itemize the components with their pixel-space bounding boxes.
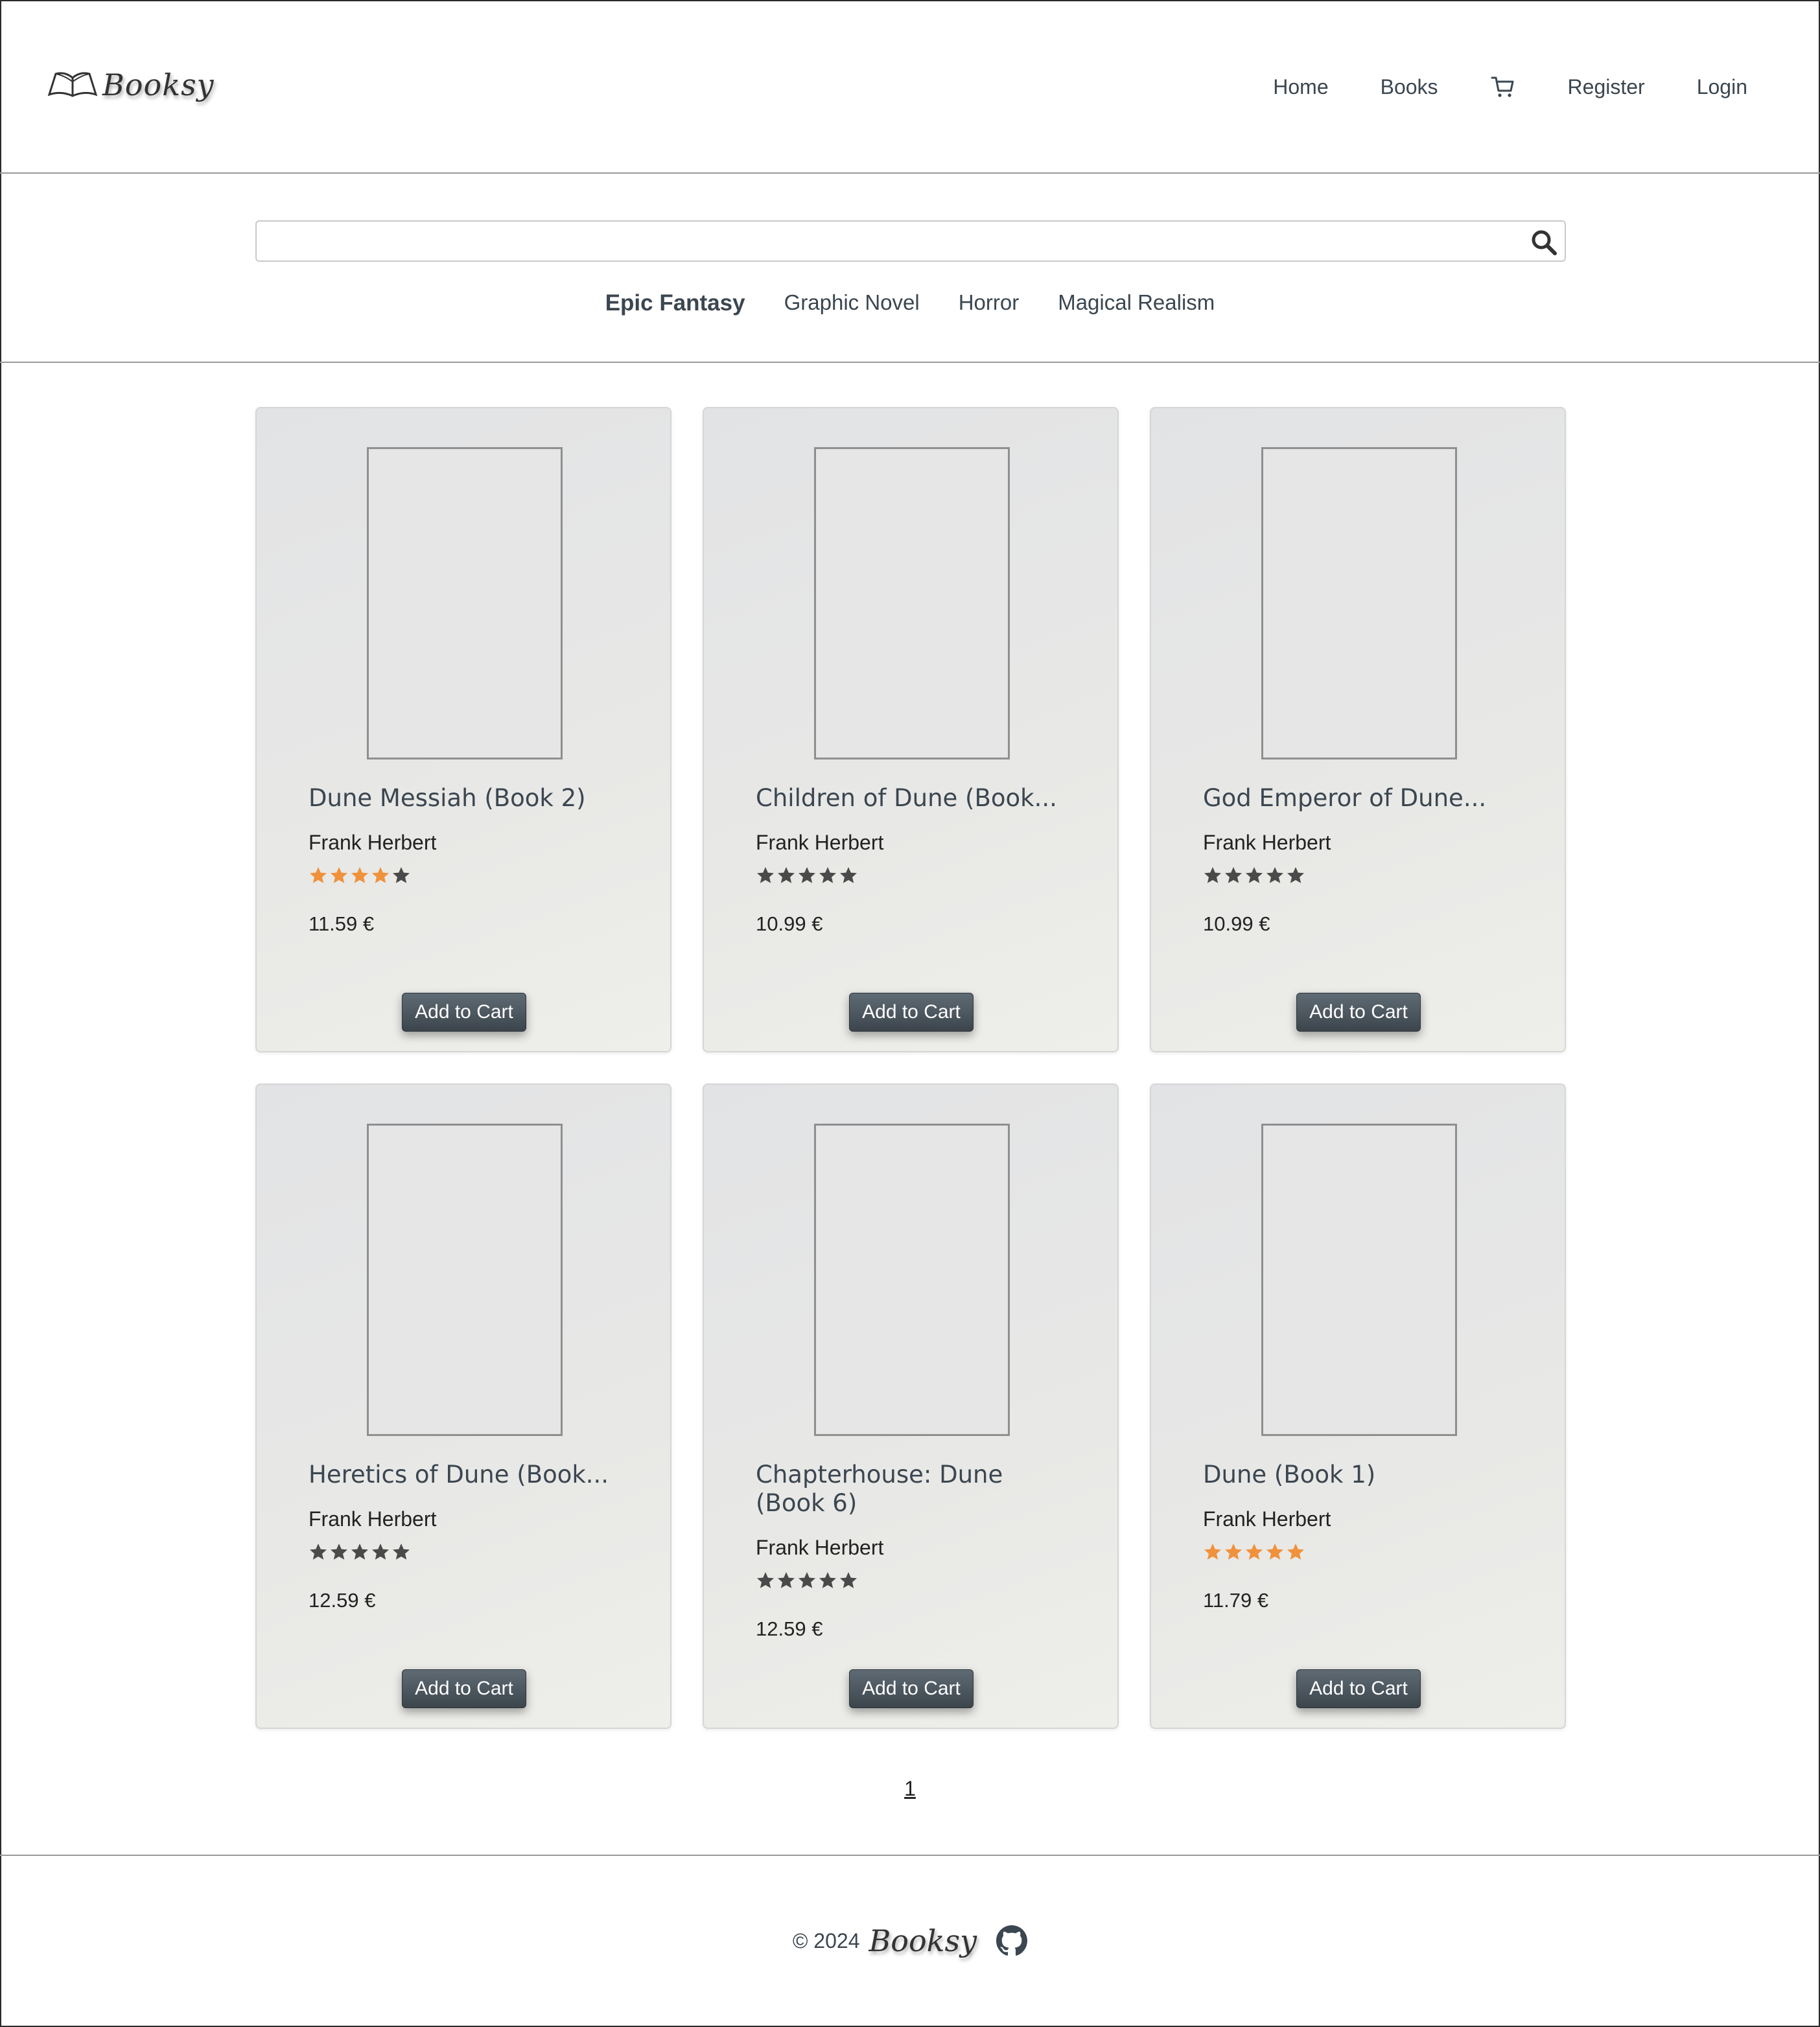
book-grid: Dune Messiah (Book 2) Frank Herbert 11.5… [255, 407, 1566, 1729]
star-icon [1204, 1544, 1221, 1560]
brand-logo[interactable]: Booksy [47, 62, 215, 108]
rating-stars [309, 1542, 620, 1564]
book-price: 11.59 € [309, 912, 375, 935]
star-icon [1266, 867, 1283, 883]
copyright-text: © 2024 [792, 1929, 860, 1952]
rating-stars [309, 866, 620, 888]
search-box [255, 220, 1566, 262]
star-icon [1204, 867, 1221, 883]
book-title[interactable]: God Emperor of Dune... [1203, 784, 1514, 813]
book-card[interactable]: Dune Messiah (Book 2) Frank Herbert 11.5… [255, 407, 671, 1052]
genre-filter: Epic Fantasy Graphic Novel Horror Magica… [0, 290, 1820, 316]
star-icon [310, 867, 327, 883]
star-icon [1225, 1544, 1242, 1560]
book-author: Frank Herbert [309, 831, 437, 854]
book-author: Frank Herbert [1203, 831, 1331, 854]
add-to-cart-button[interactable]: Add to Cart [402, 1669, 526, 1708]
genre-magical-realism[interactable]: Magical Realism [1058, 290, 1215, 316]
book-price: 12.59 € [309, 1589, 376, 1612]
rating-stars [1203, 1542, 1514, 1564]
genre-horror[interactable]: Horror [959, 290, 1020, 316]
nav-register[interactable]: Register [1568, 70, 1645, 104]
star-icon [1246, 1544, 1263, 1560]
main-nav: Home Books Register Login [1273, 70, 1747, 104]
book-card[interactable]: God Emperor of Dune... Frank Herbert 10.… [1150, 407, 1566, 1052]
search-icon[interactable] [1530, 228, 1558, 257]
star-icon [799, 867, 815, 883]
rating-stars [756, 1571, 1067, 1593]
book-author: Frank Herbert [756, 831, 884, 854]
book-title[interactable]: Children of Dune (Book... [756, 784, 1067, 813]
star-icon [1225, 867, 1242, 883]
brand-name: Booksy [102, 67, 215, 102]
book-cover[interactable] [367, 447, 563, 759]
book-author: Frank Herbert [309, 1507, 437, 1531]
add-to-cart-button[interactable]: Add to Cart [849, 993, 974, 1032]
add-to-cart-button[interactable]: Add to Cart [849, 1669, 974, 1708]
star-icon [393, 1544, 410, 1560]
nav-home[interactable]: Home [1273, 70, 1328, 104]
search-section: Epic Fantasy Graphic Novel Horror Magica… [0, 174, 1820, 363]
open-book-icon [47, 72, 98, 97]
book-title[interactable]: Heretics of Dune (Book... [309, 1461, 620, 1489]
book-cover[interactable] [814, 1124, 1010, 1436]
rating-stars [756, 866, 1067, 888]
book-cover[interactable] [814, 447, 1010, 759]
star-icon [757, 1572, 774, 1588]
book-price: 11.79 € [1203, 1589, 1269, 1612]
nav-books[interactable]: Books [1381, 70, 1438, 104]
star-icon [1266, 1544, 1283, 1560]
star-icon [1287, 867, 1304, 883]
star-icon [372, 867, 389, 883]
pagination-page-1[interactable]: 1 [901, 1777, 919, 1801]
star-icon [331, 1544, 347, 1560]
star-icon [1287, 1544, 1304, 1560]
star-icon [372, 1544, 389, 1560]
star-icon [310, 1544, 327, 1560]
footer-brand: Booksy [869, 1923, 977, 1958]
book-cover[interactable] [1261, 447, 1457, 759]
star-icon [819, 1572, 836, 1588]
book-title[interactable]: Dune (Book 1) [1203, 1461, 1514, 1489]
nav-login[interactable]: Login [1697, 70, 1747, 104]
cart-icon[interactable] [1490, 74, 1516, 100]
star-icon [351, 1544, 368, 1560]
star-icon [757, 867, 774, 883]
genre-epic-fantasy[interactable]: Epic Fantasy [605, 290, 745, 316]
star-icon [1246, 867, 1263, 883]
book-cover[interactable] [1261, 1124, 1457, 1436]
book-price: 10.99 € [756, 912, 823, 935]
book-card[interactable]: Dune (Book 1) Frank Herbert 11.79 € Add … [1150, 1083, 1566, 1729]
add-to-cart-button[interactable]: Add to Cart [1296, 1669, 1421, 1708]
book-card[interactable]: Heretics of Dune (Book... Frank Herbert … [255, 1083, 671, 1729]
book-price: 12.59 € [756, 1617, 823, 1640]
star-icon [778, 867, 795, 883]
book-title[interactable]: Dune Messiah (Book 2) [309, 784, 620, 813]
star-icon [840, 867, 857, 883]
add-to-cart-button[interactable]: Add to Cart [402, 993, 526, 1032]
book-cover[interactable] [367, 1124, 563, 1436]
rating-stars [1203, 866, 1514, 888]
star-icon [351, 867, 368, 883]
genre-graphic-novel[interactable]: Graphic Novel [784, 290, 920, 316]
search-input[interactable] [264, 226, 1522, 257]
star-icon [778, 1572, 795, 1588]
book-card[interactable]: Children of Dune (Book... Frank Herbert … [703, 407, 1119, 1052]
site-header: Booksy Home Books Register Login [0, 0, 1820, 174]
book-card[interactable]: Chapterhouse: Dune (Book 6) Frank Herber… [703, 1083, 1119, 1729]
book-author: Frank Herbert [756, 1536, 884, 1559]
book-author: Frank Herbert [1203, 1507, 1331, 1531]
star-icon [393, 867, 410, 883]
star-icon [840, 1572, 857, 1588]
star-icon [799, 1572, 815, 1588]
star-icon [331, 867, 347, 883]
book-price: 10.99 € [1203, 912, 1270, 935]
github-icon[interactable] [996, 1925, 1028, 1956]
site-footer: © 2024 Booksy [0, 1855, 1820, 2027]
book-title[interactable]: Chapterhouse: Dune (Book 6) [756, 1461, 1067, 1518]
star-icon [819, 867, 836, 883]
add-to-cart-button[interactable]: Add to Cart [1296, 993, 1421, 1032]
